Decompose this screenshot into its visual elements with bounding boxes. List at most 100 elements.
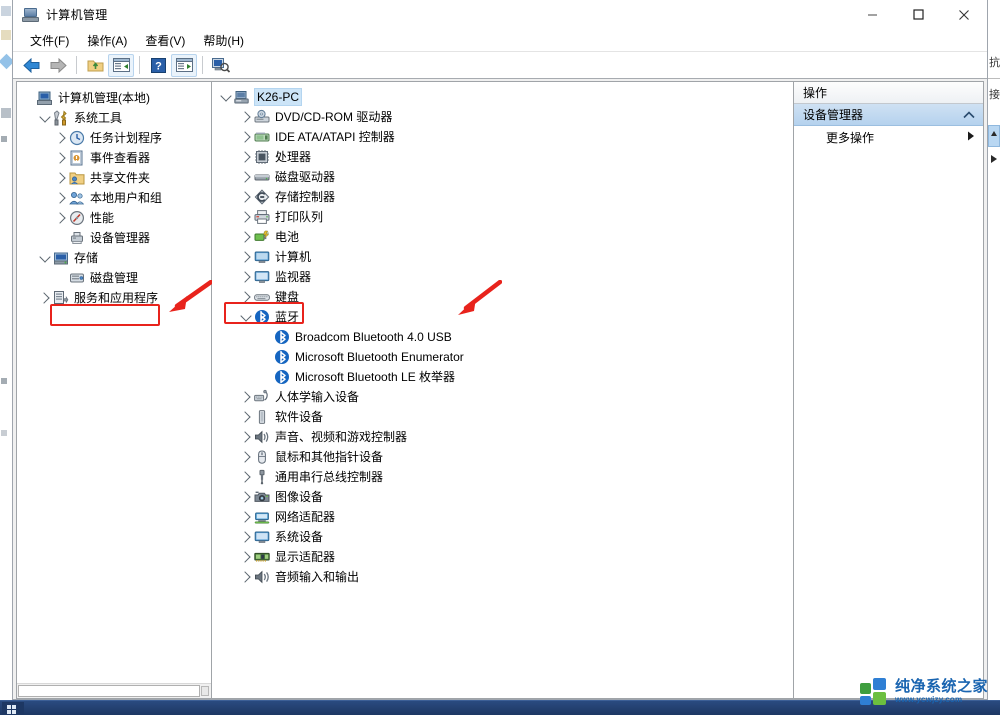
print-queue-icon — [254, 209, 270, 225]
action-more-actions[interactable]: 更多操作 — [794, 126, 983, 148]
menu-file[interactable]: 文件(F) — [21, 30, 78, 51]
tree-item[interactable]: 图像设备 — [212, 487, 793, 507]
tree-item[interactable]: 处理器 — [212, 147, 793, 167]
chevron-right-icon[interactable] — [238, 109, 254, 125]
chevron-right-icon[interactable] — [238, 449, 254, 465]
tree-item[interactable]: 显示适配器 — [212, 547, 793, 567]
tree-item[interactable]: 共享文件夹 — [17, 168, 211, 188]
chevron-right-icon[interactable] — [238, 509, 254, 525]
chevron-right-icon[interactable] — [53, 190, 69, 206]
minimize-button[interactable] — [849, 0, 895, 30]
menu-view[interactable]: 查看(V) — [136, 30, 194, 51]
help-button[interactable]: ? — [145, 54, 171, 77]
tree-item[interactable]: Microsoft Bluetooth LE 枚举器 — [212, 367, 793, 387]
show-hide-console-tree-button[interactable] — [108, 53, 134, 77]
chevron-right-icon[interactable] — [53, 170, 69, 186]
tree-item[interactable]: 电池 — [212, 227, 793, 247]
watermark-url: www.ycwjzy.com — [895, 695, 963, 704]
chevron-down-icon[interactable] — [238, 309, 254, 325]
tree-item[interactable]: 服务和应用程序 — [17, 288, 211, 308]
tree-item[interactable]: 性能 — [17, 208, 211, 228]
content-area: 计算机管理(本地) 系统工具 任务计划程序 事件查看器 共享文件夹 本地用户和组 性能 设备管… — [13, 79, 987, 699]
tree-item[interactable]: 存储 — [17, 248, 211, 268]
chevron-right-icon[interactable] — [238, 409, 254, 425]
tree-item[interactable]: 事件查看器 — [17, 148, 211, 168]
chevron-right-icon[interactable] — [238, 469, 254, 485]
chevron-right-icon[interactable] — [53, 130, 69, 146]
chevron-right-icon[interactable] — [238, 189, 254, 205]
chevron-right-icon[interactable] — [238, 489, 254, 505]
chevron-right-icon[interactable] — [238, 209, 254, 225]
tree-item[interactable]: 设备管理器 — [17, 228, 211, 248]
chevron-right-icon[interactable] — [238, 529, 254, 545]
tree-item[interactable]: 声音、视频和游戏控制器 — [212, 427, 793, 447]
menu-help[interactable]: 帮助(H) — [194, 30, 253, 51]
tree-item-label: Microsoft Bluetooth Enumerator — [295, 350, 464, 364]
tree-item[interactable]: K26-PC — [212, 87, 793, 107]
chevron-right-icon[interactable] — [37, 290, 53, 306]
tree-item[interactable]: 计算机 — [212, 247, 793, 267]
edge-scroll-up-button[interactable] — [988, 125, 1000, 147]
tree-item[interactable]: 磁盘管理 — [17, 268, 211, 288]
forward-button[interactable] — [45, 54, 71, 77]
menu-action[interactable]: 操作(A) — [78, 30, 136, 51]
back-button[interactable] — [19, 54, 45, 77]
scrollbar-grip[interactable] — [201, 686, 209, 696]
chevron-right-icon[interactable] — [238, 249, 254, 265]
close-button[interactable] — [941, 0, 987, 30]
chevron-right-icon[interactable] — [238, 169, 254, 185]
tree-item[interactable]: 任务计划程序 — [17, 128, 211, 148]
chevron-right-icon[interactable] — [238, 149, 254, 165]
tree-item[interactable]: 网络适配器 — [212, 507, 793, 527]
chevron-down-icon[interactable] — [37, 250, 53, 266]
chevron-down-icon[interactable] — [218, 89, 234, 105]
tree-item-label: 蓝牙 — [275, 310, 300, 324]
chevron-right-icon[interactable] — [238, 569, 254, 585]
scrollbar-thumb[interactable] — [18, 685, 200, 697]
chevron-right-icon[interactable] — [238, 289, 254, 305]
tree-item[interactable]: IDE ATA/ATAPI 控制器 — [212, 127, 793, 147]
chevron-right-icon[interactable] — [238, 389, 254, 405]
tree-item[interactable]: Microsoft Bluetooth Enumerator — [212, 347, 793, 367]
start-button[interactable] — [2, 702, 24, 715]
console-tree-horizontal-scrollbar[interactable] — [17, 683, 211, 698]
tree-item[interactable]: 存储控制器 — [212, 187, 793, 207]
maximize-button[interactable] — [895, 0, 941, 30]
up-one-level-button[interactable] — [82, 54, 108, 77]
tree-item-label: 打印队列 — [275, 210, 324, 224]
tree-item[interactable]: 鼠标和其他指针设备 — [212, 447, 793, 467]
chevron-right-icon[interactable] — [238, 429, 254, 445]
tree-item[interactable]: 磁盘驱动器 — [212, 167, 793, 187]
properties-button[interactable] — [171, 53, 197, 77]
tree-item[interactable]: 打印队列 — [212, 207, 793, 227]
tree-item[interactable]: 系统设备 — [212, 527, 793, 547]
tree-item[interactable]: 本地用户和组 — [17, 188, 211, 208]
edge-divider — [988, 78, 1000, 79]
tree-item[interactable]: 软件设备 — [212, 407, 793, 427]
event-viewer-icon — [69, 150, 85, 166]
taskbar[interactable] — [0, 700, 1000, 715]
tree-item[interactable]: 人体学输入设备 — [212, 387, 793, 407]
tree-item[interactable]: Broadcom Bluetooth 4.0 USB — [212, 327, 793, 347]
actions-group-header-device-manager[interactable]: 设备管理器 — [794, 104, 983, 126]
disk-management-icon — [69, 270, 85, 286]
watermark-brand: 纯净系统之家 — [895, 678, 989, 695]
tree-item[interactable]: 蓝牙 — [212, 307, 793, 327]
collapse-caret-icon[interactable] — [963, 108, 975, 122]
chevron-right-icon[interactable] — [238, 549, 254, 565]
scan-hardware-changes-button[interactable] — [208, 54, 234, 77]
chevron-right-icon[interactable] — [238, 129, 254, 145]
chevron-right-icon[interactable] — [53, 150, 69, 166]
tree-item[interactable]: 通用串行总线控制器 — [212, 467, 793, 487]
chevron-right-icon[interactable] — [238, 229, 254, 245]
tree-item[interactable]: 键盘 — [212, 287, 793, 307]
tree-item-label: 服务和应用程序 — [74, 291, 159, 305]
tree-item[interactable]: 系统工具 — [17, 108, 211, 128]
tree-item[interactable]: 监视器 — [212, 267, 793, 287]
chevron-right-icon[interactable] — [53, 210, 69, 226]
tree-item[interactable]: 计算机管理(本地) — [17, 88, 211, 108]
tree-item[interactable]: 音频输入和输出 — [212, 567, 793, 587]
chevron-down-icon[interactable] — [37, 110, 53, 126]
tree-item[interactable]: DVD/CD-ROM 驱动器 — [212, 107, 793, 127]
chevron-right-icon[interactable] — [238, 269, 254, 285]
